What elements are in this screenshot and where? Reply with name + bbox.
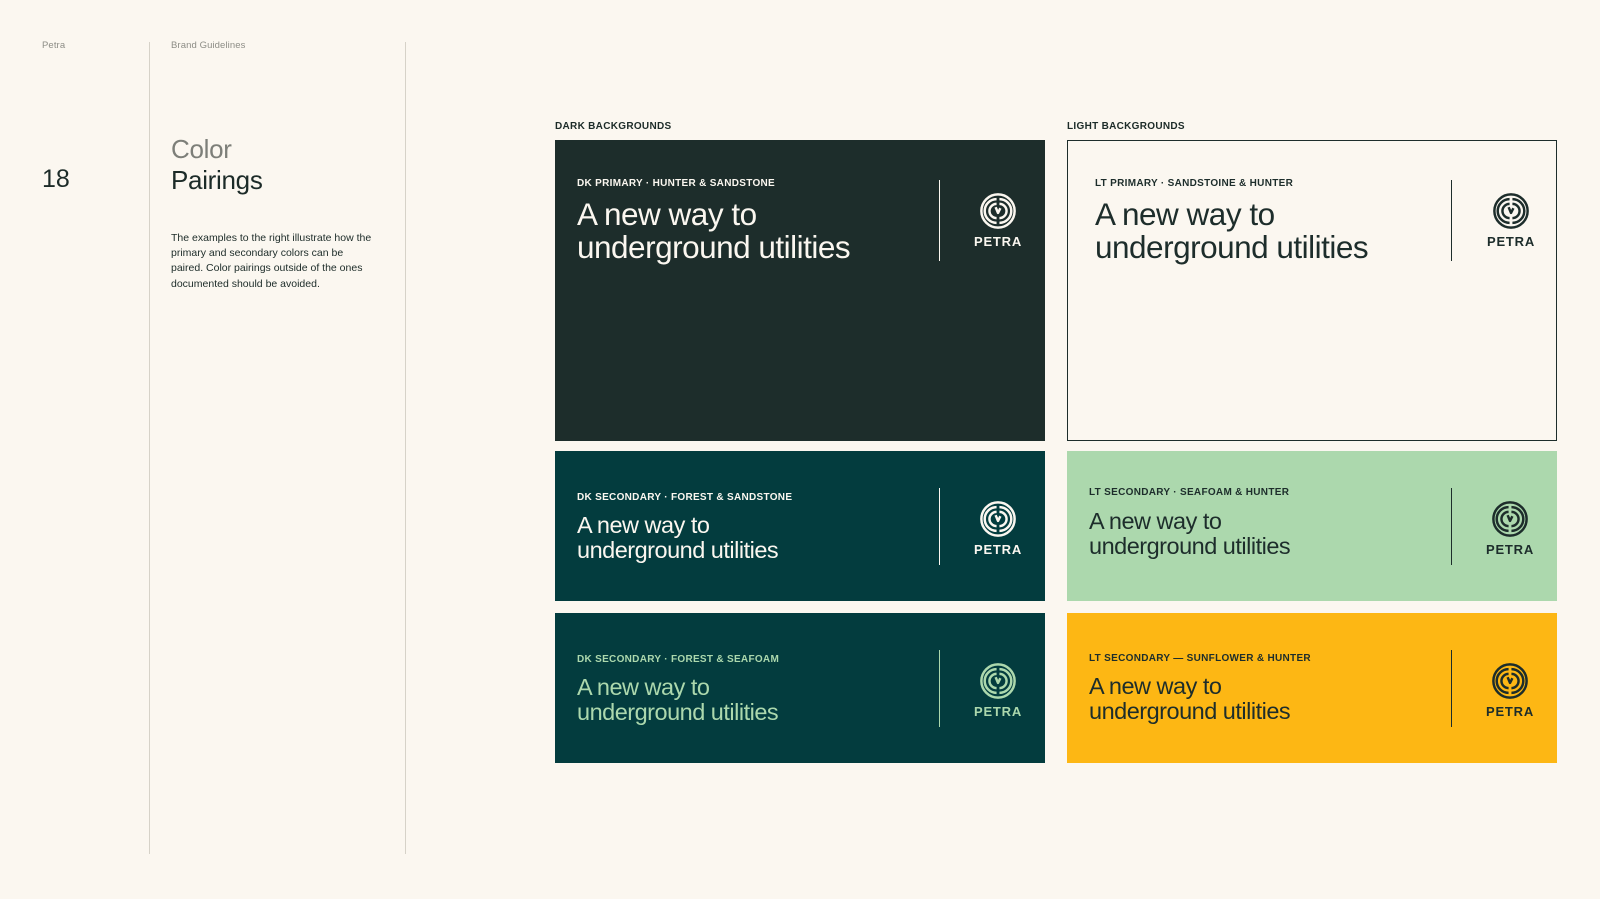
card-label: LT SECONDARY — SUNFLOWER & HUNTER bbox=[1089, 653, 1311, 664]
card-divider bbox=[939, 180, 940, 261]
card-headline-line-1: A new way to bbox=[577, 196, 757, 232]
petra-logo: PETRA bbox=[968, 500, 1028, 557]
card-headline-line-1: A new way to bbox=[1089, 673, 1222, 699]
card-headline-line-2: underground utilities bbox=[1089, 533, 1291, 559]
petra-logo: PETRA bbox=[1481, 192, 1541, 249]
petra-logo-icon bbox=[979, 662, 1017, 700]
petra-wordmark: PETRA bbox=[973, 234, 1023, 249]
petra-wordmark: PETRA bbox=[973, 704, 1023, 719]
card-headline-line-1: A new way to bbox=[1089, 508, 1222, 534]
right-column-divider bbox=[405, 42, 406, 854]
card-headline-line-1: A new way to bbox=[577, 512, 710, 538]
petra-wordmark: PETRA bbox=[973, 542, 1023, 557]
card-divider bbox=[1451, 650, 1452, 727]
page-title: Color Pairings bbox=[171, 134, 263, 196]
card-lt-secondary-sunflower-hunter: LT SECONDARY — SUNFLOWER & HUNTER A new … bbox=[1067, 613, 1557, 763]
page-description: The examples to the right illustrate how… bbox=[171, 232, 372, 290]
card-label: LT SECONDARY · SEAFOAM & HUNTER bbox=[1089, 487, 1290, 498]
petra-logo: PETRA bbox=[968, 192, 1028, 249]
petra-logo: PETRA bbox=[1480, 662, 1540, 719]
card-headline: A new way to underground utilities bbox=[1095, 196, 1369, 265]
page-title-line-2: Pairings bbox=[171, 165, 263, 195]
card-headline-line-2: underground utilities bbox=[577, 699, 779, 725]
page-title-line-1: Color bbox=[171, 134, 232, 164]
light-backgrounds-label: LIGHT BACKGROUNDS bbox=[1067, 121, 1185, 132]
card-label: LT PRIMARY · SANDSTOINE & HUNTER bbox=[1095, 178, 1294, 189]
card-headline-line-2: underground utilities bbox=[1089, 698, 1291, 724]
card-headline-line-2: underground utilities bbox=[577, 229, 851, 265]
card-divider bbox=[939, 650, 940, 727]
card-label: DK SECONDARY · FOREST & SANDSTONE bbox=[577, 492, 793, 503]
petra-logo-icon bbox=[1492, 192, 1530, 230]
card-divider bbox=[1451, 180, 1452, 261]
card-divider bbox=[939, 488, 940, 565]
petra-wordmark: PETRA bbox=[1485, 704, 1535, 719]
card-headline-line-2: underground utilities bbox=[577, 537, 779, 563]
card-headline: A new way to underground utilities bbox=[577, 196, 851, 265]
petra-logo-icon bbox=[979, 500, 1017, 538]
card-lt-secondary-seafoam-hunter: LT SECONDARY · SEAFOAM & HUNTER A new wa… bbox=[1067, 451, 1557, 601]
dark-backgrounds-label: DARK BACKGROUNDS bbox=[555, 121, 672, 132]
left-column-divider bbox=[149, 42, 150, 854]
petra-logo-icon bbox=[979, 192, 1017, 230]
brand-name: Petra bbox=[42, 40, 66, 51]
petra-wordmark: PETRA bbox=[1486, 234, 1536, 249]
card-label: DK SECONDARY · FOREST & SEAFOAM bbox=[577, 654, 780, 665]
card-divider bbox=[1451, 488, 1452, 565]
card-headline-line-1: A new way to bbox=[1095, 196, 1275, 232]
petra-logo-icon bbox=[1491, 662, 1529, 700]
card-dk-secondary-forest-seafoam: DK SECONDARY · FOREST & SEAFOAM A new wa… bbox=[555, 613, 1045, 763]
document-title: Brand Guidelines bbox=[171, 40, 246, 51]
card-lt-primary: LT PRIMARY · SANDSTOINE & HUNTER A new w… bbox=[1067, 140, 1557, 441]
card-headline: A new way to underground utilities bbox=[1089, 508, 1291, 559]
petra-logo: PETRA bbox=[1480, 500, 1540, 557]
card-headline-line-1: A new way to bbox=[577, 674, 710, 700]
card-dk-primary: DK PRIMARY · HUNTER & SANDSTONE A new wa… bbox=[555, 140, 1045, 441]
petra-wordmark: PETRA bbox=[1485, 542, 1535, 557]
card-headline: A new way to underground utilities bbox=[577, 512, 779, 563]
page-number: 18 bbox=[42, 165, 70, 193]
card-headline: A new way to underground utilities bbox=[577, 674, 779, 725]
petra-logo: PETRA bbox=[968, 662, 1028, 719]
petra-logo-icon bbox=[1491, 500, 1529, 538]
card-label: DK PRIMARY · HUNTER & SANDSTONE bbox=[577, 178, 776, 189]
card-headline-line-2: underground utilities bbox=[1095, 229, 1369, 265]
card-dk-secondary-forest-sandstone: DK SECONDARY · FOREST & SANDSTONE A new … bbox=[555, 451, 1045, 601]
card-headline: A new way to underground utilities bbox=[1089, 673, 1291, 724]
